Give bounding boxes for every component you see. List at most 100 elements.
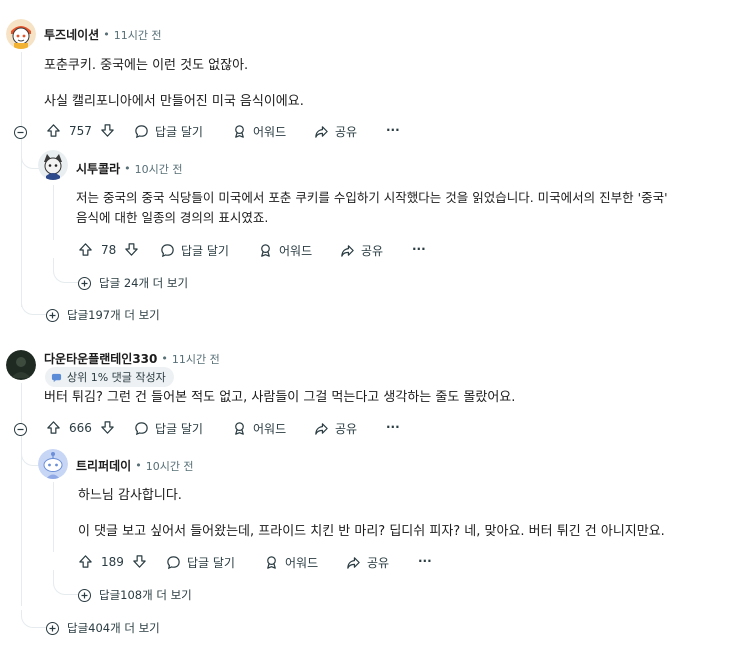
- expand-plus-icon: [46, 621, 59, 635]
- meta-separator: •: [161, 352, 168, 365]
- reply-button[interactable]: 답글 달기: [166, 554, 235, 571]
- reply-button[interactable]: 답글 달기: [134, 123, 203, 140]
- downvote-icon[interactable]: [124, 242, 139, 257]
- avatar[interactable]: [6, 19, 36, 49]
- thread-branch-1-more: [21, 290, 48, 315]
- vote-group: 666: [46, 420, 115, 435]
- downvote-icon[interactable]: [132, 554, 147, 569]
- thread-line-1b: [21, 139, 22, 307]
- comment-text-line: 사실 캘리포니아에서 만들어진 미국 음식이에요.: [44, 94, 304, 109]
- comment-bubble-icon: [161, 244, 174, 258]
- comment-text-line: 저는 중국의 중국 식당들이 미국에서 포춘 쿠키를 수입하기 시작했다는 것을…: [76, 190, 668, 205]
- more-options-icon: ···: [418, 554, 432, 568]
- author-name[interactable]: 시투콜라: [76, 160, 120, 177]
- collapse-icon: [14, 423, 27, 436]
- award-icon: [261, 244, 270, 257]
- avatar-photo-icon: [6, 350, 36, 380]
- reply-line-1: [53, 185, 54, 240]
- avatar[interactable]: [38, 449, 68, 479]
- award-label: 어워드: [285, 556, 319, 570]
- upvote-icon[interactable]: [78, 554, 93, 569]
- top-commenter-badge[interactable]: 상위 1% 댓글 작성자: [45, 367, 174, 387]
- award-label: 어워드: [253, 422, 287, 436]
- upvote-icon[interactable]: [46, 123, 61, 138]
- award-icon: [235, 422, 244, 435]
- more-replies-link[interactable]: 답글197개 더 보기: [46, 307, 160, 323]
- award-button[interactable]: 어워드: [232, 420, 286, 437]
- thread-line-1: [21, 52, 22, 127]
- comment-text-line: 음식에 대한 일종의 경의의 표시였죠.: [76, 210, 269, 225]
- award-label: 어워드: [253, 125, 287, 139]
- avatar-snoo-icon: [38, 150, 68, 180]
- collapse-button[interactable]: [14, 126, 27, 139]
- share-icon: [347, 557, 360, 569]
- more-replies-link[interactable]: 답글 24개 더 보기: [78, 275, 188, 291]
- share-label: 공유: [361, 244, 384, 258]
- comment-bubble-icon: [135, 422, 148, 436]
- award-icon: [235, 125, 244, 138]
- timestamp[interactable]: 10시간 전: [146, 458, 194, 474]
- comment-header: 투즈네이션 • 11시간 전: [44, 26, 162, 43]
- more-replies-label: 답글 24개 더 보기: [99, 276, 189, 290]
- timestamp[interactable]: 10시간 전: [135, 161, 183, 177]
- thread-line-2: [21, 383, 22, 423]
- more-replies-label: 답글197개 더 보기: [67, 308, 160, 322]
- meta-separator: •: [103, 28, 110, 41]
- reply-line-2: [53, 482, 54, 552]
- share-icon: [315, 126, 328, 138]
- thread-line-2b: [21, 436, 22, 606]
- award-button[interactable]: 어워드: [258, 242, 312, 259]
- vote-group: 757: [46, 123, 115, 138]
- vote-count: 666: [69, 420, 92, 435]
- reply-label: 답글 달기: [187, 556, 235, 570]
- reply-button[interactable]: 답글 달기: [160, 242, 229, 259]
- upvote-icon[interactable]: [78, 242, 93, 257]
- reply-branch-2-more: [53, 570, 79, 595]
- more-replies-link[interactable]: 답글108개 더 보기: [78, 587, 192, 603]
- share-icon: [341, 245, 354, 257]
- avatar[interactable]: [6, 350, 36, 380]
- downvote-icon[interactable]: [100, 123, 115, 138]
- share-button[interactable]: 공유: [340, 242, 383, 259]
- comment-text-line: 버터 튀김? 그런 건 들어본 적도 없고, 사람들이 그걸 먹는다고 생각하는…: [44, 390, 516, 405]
- vote-count: 189: [101, 554, 124, 569]
- upvote-icon[interactable]: [46, 420, 61, 435]
- timestamp[interactable]: 11시간 전: [114, 27, 162, 43]
- author-name[interactable]: 투즈네이션: [44, 26, 99, 43]
- badge-label: 상위 1% 댓글 작성자: [67, 371, 166, 384]
- avatar-default-snoo-icon: [38, 449, 68, 479]
- more-replies-label: 답글108개 더 보기: [99, 588, 192, 602]
- reply-button[interactable]: 답글 달기: [134, 420, 203, 437]
- avatar-snoo-icon: [6, 19, 36, 49]
- award-label: 어워드: [279, 244, 313, 258]
- downvote-icon[interactable]: [100, 420, 115, 435]
- award-button[interactable]: 어워드: [232, 123, 286, 140]
- reply-label: 답글 달기: [155, 125, 203, 139]
- more-replies-label: 답글404개 더 보기: [67, 621, 160, 635]
- timestamp[interactable]: 11시간 전: [172, 351, 220, 367]
- chat-badge-icon: [51, 373, 62, 382]
- more-options-button[interactable]: ···: [412, 242, 426, 256]
- comment-text-line: 하느님 감사합니다.: [78, 488, 182, 503]
- vote-count: 78: [101, 242, 117, 257]
- author-name[interactable]: 다운타운플랜테인330: [44, 350, 157, 367]
- more-options-button[interactable]: ···: [386, 420, 400, 434]
- share-button[interactable]: 공유: [314, 123, 357, 140]
- award-button[interactable]: 어워드: [264, 554, 318, 571]
- share-button[interactable]: 공유: [346, 554, 389, 571]
- comment-header: 트리퍼데이 • 10시간 전: [76, 457, 194, 474]
- author-name[interactable]: 트리퍼데이: [76, 457, 131, 474]
- more-options-button[interactable]: ···: [418, 554, 432, 568]
- avatar[interactable]: [38, 150, 68, 180]
- share-label: 공유: [367, 556, 390, 570]
- share-button[interactable]: 공유: [314, 420, 357, 437]
- more-options-button[interactable]: ···: [386, 123, 400, 137]
- more-options-icon: ···: [412, 242, 426, 256]
- thread-branch-2-more: [21, 610, 48, 628]
- reply-branch-1-more: [53, 258, 79, 283]
- more-options-icon: ···: [386, 123, 400, 137]
- expand-plus-icon: [78, 588, 91, 602]
- collapse-button[interactable]: [14, 423, 27, 436]
- more-replies-link[interactable]: 답글404개 더 보기: [46, 620, 160, 636]
- reply-label: 답글 달기: [155, 422, 203, 436]
